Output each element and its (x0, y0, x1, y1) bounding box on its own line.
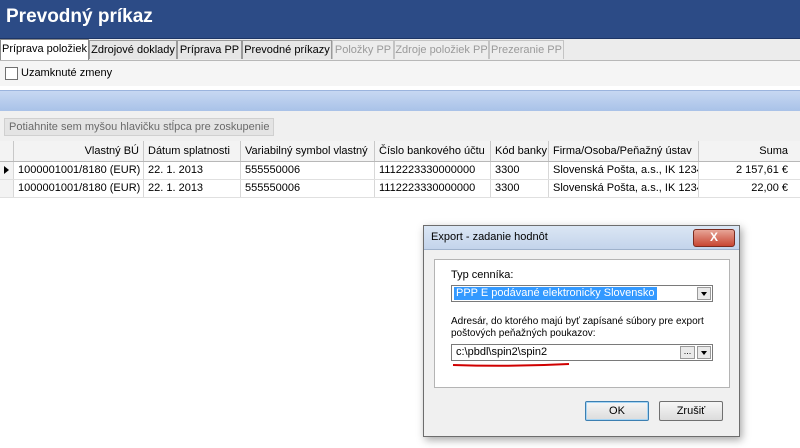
table-row[interactable]: 1000001001/8180 (EUR) 22. 1. 2013 555550… (0, 162, 800, 180)
cell-datum-splatnosti[interactable]: 22. 1. 2013 (143, 180, 240, 197)
group-by-hint: Potiahnite sem myšou hlavičku stĺpca pre… (4, 118, 275, 136)
folder-label-line1: Adresár, do ktorého majú byť zapísané sú… (451, 316, 704, 327)
toolbar: Uzamknuté zmeny (0, 61, 800, 86)
cell-cislo-uctu[interactable]: 1112223330000000 (374, 180, 490, 197)
row-indicator (0, 162, 14, 179)
cell-vlastny-bu[interactable]: 1000001001/8180 (EUR) (13, 180, 143, 197)
col-header-cislo-uctu[interactable]: Číslo bankového účtu (374, 141, 490, 161)
dialog-body: Typ cenníka: PPP E podávané elektronicky… (434, 259, 730, 388)
tab-strip: Príprava položiek Zdrojové doklady Prípr… (0, 39, 800, 61)
col-header-vlastny-bu[interactable]: Vlastný BÚ (13, 141, 143, 161)
cancel-button[interactable]: Zrušiť (659, 401, 723, 421)
locked-changes-checkbox[interactable] (5, 67, 18, 80)
cell-kod-banky[interactable]: 3300 (490, 180, 548, 197)
price-type-select[interactable]: PPP E podávané elektronicky Slovensko (451, 285, 713, 302)
col-header-suma[interactable]: Suma (698, 141, 792, 161)
cell-kod-banky[interactable]: 3300 (490, 162, 548, 179)
cell-firma[interactable]: Slovenská Pošta, a.s., IK 1234... (548, 162, 698, 179)
price-type-value: PPP E podávané elektronicky Slovensko (454, 287, 657, 300)
tab-zdrojove-doklady[interactable]: Zdrojové doklady (89, 40, 177, 59)
folder-path-input[interactable]: c:\pbdl\spin2\spin2 ... (451, 344, 713, 361)
cell-variabilny-symbol[interactable]: 555550006 (240, 162, 374, 179)
grid-caption-band (0, 90, 800, 112)
tab-priprava-poloziek[interactable]: Príprava položiek (0, 39, 89, 60)
cell-datum-splatnosti[interactable]: 22. 1. 2013 (143, 162, 240, 179)
folder-path-value: c:\pbdl\spin2\spin2 (456, 346, 548, 358)
cell-vlastny-bu[interactable]: 1000001001/8180 (EUR) (13, 162, 143, 179)
window-title: Prevodný príkaz (6, 6, 153, 27)
table-row[interactable]: 1000001001/8180 (EUR) 22. 1. 2013 555550… (0, 180, 800, 198)
col-header-firma[interactable]: Firma/Osoba/Peňažný ústav (548, 141, 698, 161)
tab-zdroje-poloziek-pp: Zdroje položiek PP (394, 40, 489, 59)
row-indicator-header (0, 141, 13, 161)
cell-suma[interactable]: 22,00 € (698, 180, 792, 197)
tab-prezeranie-pp: Prezeranie PP (489, 40, 564, 59)
cell-cislo-uctu[interactable]: 1112223330000000 (374, 162, 490, 179)
export-dialog: Export - zadanie hodnôt X Typ cenníka: P… (423, 225, 740, 437)
red-underline-annotation (452, 363, 570, 367)
title-bar: Prevodný príkaz (0, 0, 800, 39)
current-row-arrow-icon (4, 166, 9, 174)
row-indicator (0, 180, 14, 197)
dialog-title-bar[interactable]: Export - zadanie hodnôt X (424, 226, 739, 250)
dialog-close-button[interactable]: X (693, 229, 735, 247)
chevron-down-icon[interactable] (697, 346, 711, 359)
col-header-variabilny-symbol[interactable]: Variabilný symbol vlastný (240, 141, 374, 161)
tab-priprava-pp[interactable]: Príprava PP (177, 40, 242, 59)
cell-variabilny-symbol[interactable]: 555550006 (240, 180, 374, 197)
tab-polozky-pp: Položky PP (332, 40, 394, 59)
folder-label-line2: poštových peňažných poukazov: (451, 328, 596, 339)
dialog-title: Export - zadanie hodnôt (431, 231, 548, 243)
ok-button[interactable]: OK (585, 401, 649, 421)
chevron-down-icon[interactable] (697, 287, 711, 300)
cell-suma[interactable]: 2 157,61 € (698, 162, 792, 179)
price-type-label: Typ cenníka: (451, 269, 514, 281)
tab-prevodne-prikazy[interactable]: Prevodné príkazy (242, 40, 332, 59)
col-header-datum-splatnosti[interactable]: Dátum splatnosti (143, 141, 240, 161)
table-header: Vlastný BÚ Dátum splatnosti Variabilný s… (0, 141, 800, 162)
cell-firma[interactable]: Slovenská Pošta, a.s., IK 1234... (548, 180, 698, 197)
locked-changes-label: Uzamknuté zmeny (21, 67, 113, 79)
browse-button[interactable]: ... (680, 346, 695, 359)
col-header-kod-banky[interactable]: Kód banky (490, 141, 548, 161)
group-by-panel[interactable]: Potiahnite sem myšou hlavičku stĺpca pre… (0, 111, 800, 142)
